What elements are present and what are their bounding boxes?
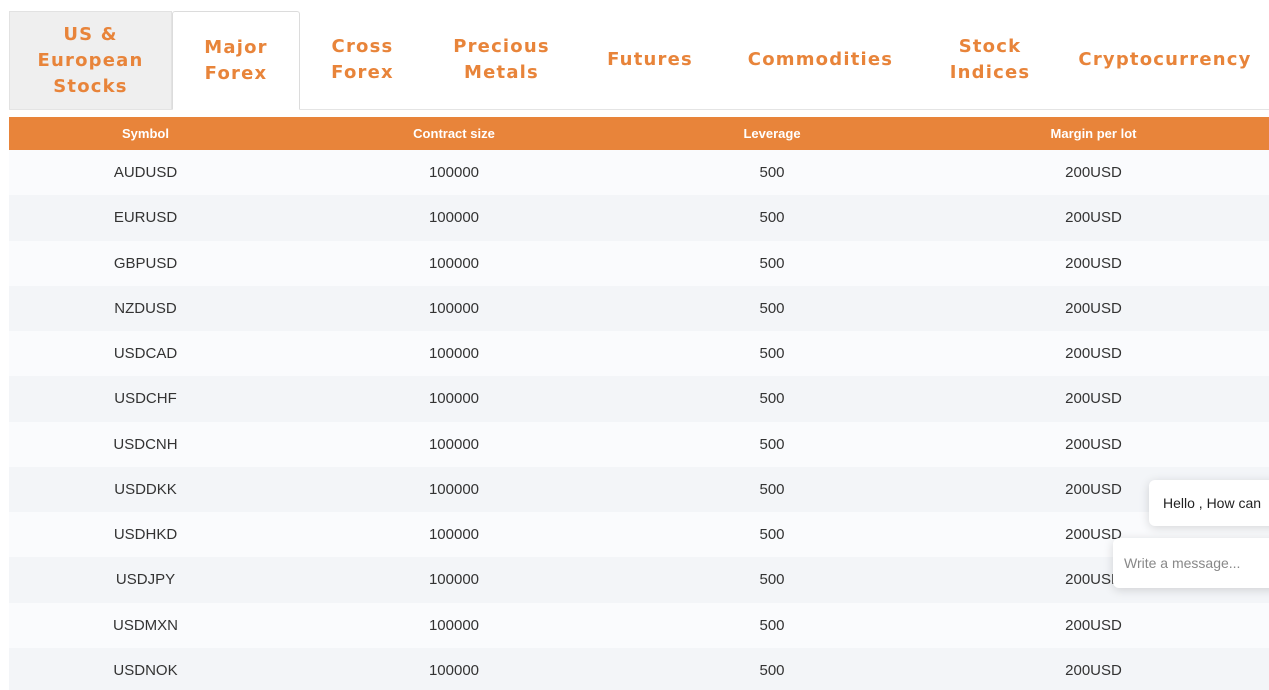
cell-symbol: USDCNH (9, 421, 282, 467)
cell-contract-size: 100000 (282, 240, 626, 286)
table-header-row: Symbol Contract size Leverage Margin per… (9, 117, 1269, 150)
table-body: AUDUSD 100000 500 200USD EURUSD 100000 5… (9, 150, 1269, 690)
table-row: USDCNH 100000 500 200USD (9, 421, 1269, 467)
cell-symbol: GBPUSD (9, 240, 282, 286)
contract-table-container: Symbol Contract size Leverage Margin per… (9, 117, 1269, 690)
cell-contract-size: 100000 (282, 602, 626, 648)
cell-symbol: USDDKK (9, 466, 282, 512)
table-header: Symbol Contract size Leverage Margin per… (9, 117, 1269, 150)
cell-margin: 200USD (918, 602, 1269, 648)
table-row: NZDUSD 100000 500 200USD (9, 285, 1269, 331)
cell-margin: 200USD (918, 376, 1269, 422)
table-row: USDJPY 100000 500 200USD (9, 557, 1269, 603)
cell-leverage: 500 (626, 512, 918, 558)
cell-contract-size: 100000 (282, 150, 626, 196)
cell-symbol: EURUSD (9, 195, 282, 241)
cell-contract-size: 100000 (282, 647, 626, 690)
cell-contract-size: 100000 (282, 285, 626, 331)
cell-margin: 200USD (918, 421, 1269, 467)
cell-symbol: USDMXN (9, 602, 282, 648)
tab-major-forex[interactable]: Major Forex (172, 11, 300, 110)
tab-cryptocurrency[interactable]: Cryptocurrency (1061, 11, 1269, 109)
cell-contract-size: 100000 (282, 512, 626, 558)
column-header-symbol: Symbol (9, 117, 282, 150)
cell-leverage: 500 (626, 150, 918, 196)
cell-symbol: USDJPY (9, 557, 282, 603)
contract-table: Symbol Contract size Leverage Margin per… (9, 117, 1269, 690)
tab-label: Futures (607, 49, 693, 70)
cell-symbol: USDNOK (9, 647, 282, 690)
tab-label: Cryptocurrency (1078, 49, 1252, 70)
cell-symbol: USDHKD (9, 512, 282, 558)
chat-greeting-text: Hello , How can (1163, 495, 1262, 511)
cell-leverage: 500 (626, 331, 918, 377)
tab-precious-metals[interactable]: Precious Metals (425, 11, 578, 109)
chat-message-input[interactable] (1113, 538, 1269, 588)
tab-futures[interactable]: Futures (578, 11, 722, 109)
cell-margin: 200USD (918, 150, 1269, 196)
tab-cross-forex[interactable]: Cross Forex (300, 11, 425, 109)
cell-symbol: USDCHF (9, 376, 282, 422)
column-header-margin-per-lot: Margin per lot (918, 117, 1269, 150)
table-row: USDHKD 100000 500 200USD (9, 512, 1269, 558)
cell-margin: 200USD (918, 195, 1269, 241)
cell-leverage: 500 (626, 285, 918, 331)
cell-margin: 200USD (918, 240, 1269, 286)
cell-leverage: 500 (626, 376, 918, 422)
cell-leverage: 500 (626, 421, 918, 467)
table-row: USDMXN 100000 500 200USD (9, 602, 1269, 648)
tab-stock-indices[interactable]: Stock Indices (919, 11, 1061, 109)
page: US & European Stocks Major Forex Cross F… (0, 0, 1269, 690)
column-header-leverage: Leverage (626, 117, 918, 150)
cell-margin: 200USD (918, 331, 1269, 377)
tab-us-european-stocks[interactable]: US & European Stocks (9, 11, 172, 109)
cell-leverage: 500 (626, 466, 918, 512)
cell-symbol: AUDUSD (9, 150, 282, 196)
cell-leverage: 500 (626, 602, 918, 648)
cell-symbol: USDCAD (9, 331, 282, 377)
table-row: GBPUSD 100000 500 200USD (9, 240, 1269, 286)
table-row: USDCAD 100000 500 200USD (9, 331, 1269, 377)
tab-label: Cross Forex (331, 36, 394, 83)
cell-contract-size: 100000 (282, 331, 626, 377)
cell-margin: 200USD (918, 647, 1269, 690)
instrument-tabs: US & European Stocks Major Forex Cross F… (9, 11, 1269, 110)
tab-label: US & European Stocks (37, 23, 144, 97)
tab-label: Stock Indices (949, 36, 1031, 83)
cell-symbol: NZDUSD (9, 285, 282, 331)
cell-leverage: 500 (626, 195, 918, 241)
cell-leverage: 500 (626, 240, 918, 286)
table-row: EURUSD 100000 500 200USD (9, 195, 1269, 241)
cell-leverage: 500 (626, 647, 918, 690)
cell-contract-size: 100000 (282, 195, 626, 241)
cell-margin: 200USD (918, 285, 1269, 331)
table-row: AUDUSD 100000 500 200USD (9, 150, 1269, 196)
cell-contract-size: 100000 (282, 466, 626, 512)
cell-contract-size: 100000 (282, 421, 626, 467)
table-row: USDDKK 100000 500 200USD (9, 466, 1269, 512)
column-header-contract-size: Contract size (282, 117, 626, 150)
cell-contract-size: 100000 (282, 557, 626, 603)
tab-label: Commodities (747, 49, 894, 70)
table-row: USDCHF 100000 500 200USD (9, 376, 1269, 422)
tab-commodities[interactable]: Commodities (722, 11, 919, 109)
tab-label: Major Forex (204, 36, 268, 84)
tab-label: Precious Metals (453, 36, 550, 83)
cell-contract-size: 100000 (282, 376, 626, 422)
table-row: USDNOK 100000 500 200USD (9, 647, 1269, 690)
chat-greeting-bubble[interactable]: Hello , How can (1149, 480, 1269, 526)
cell-leverage: 500 (626, 557, 918, 603)
